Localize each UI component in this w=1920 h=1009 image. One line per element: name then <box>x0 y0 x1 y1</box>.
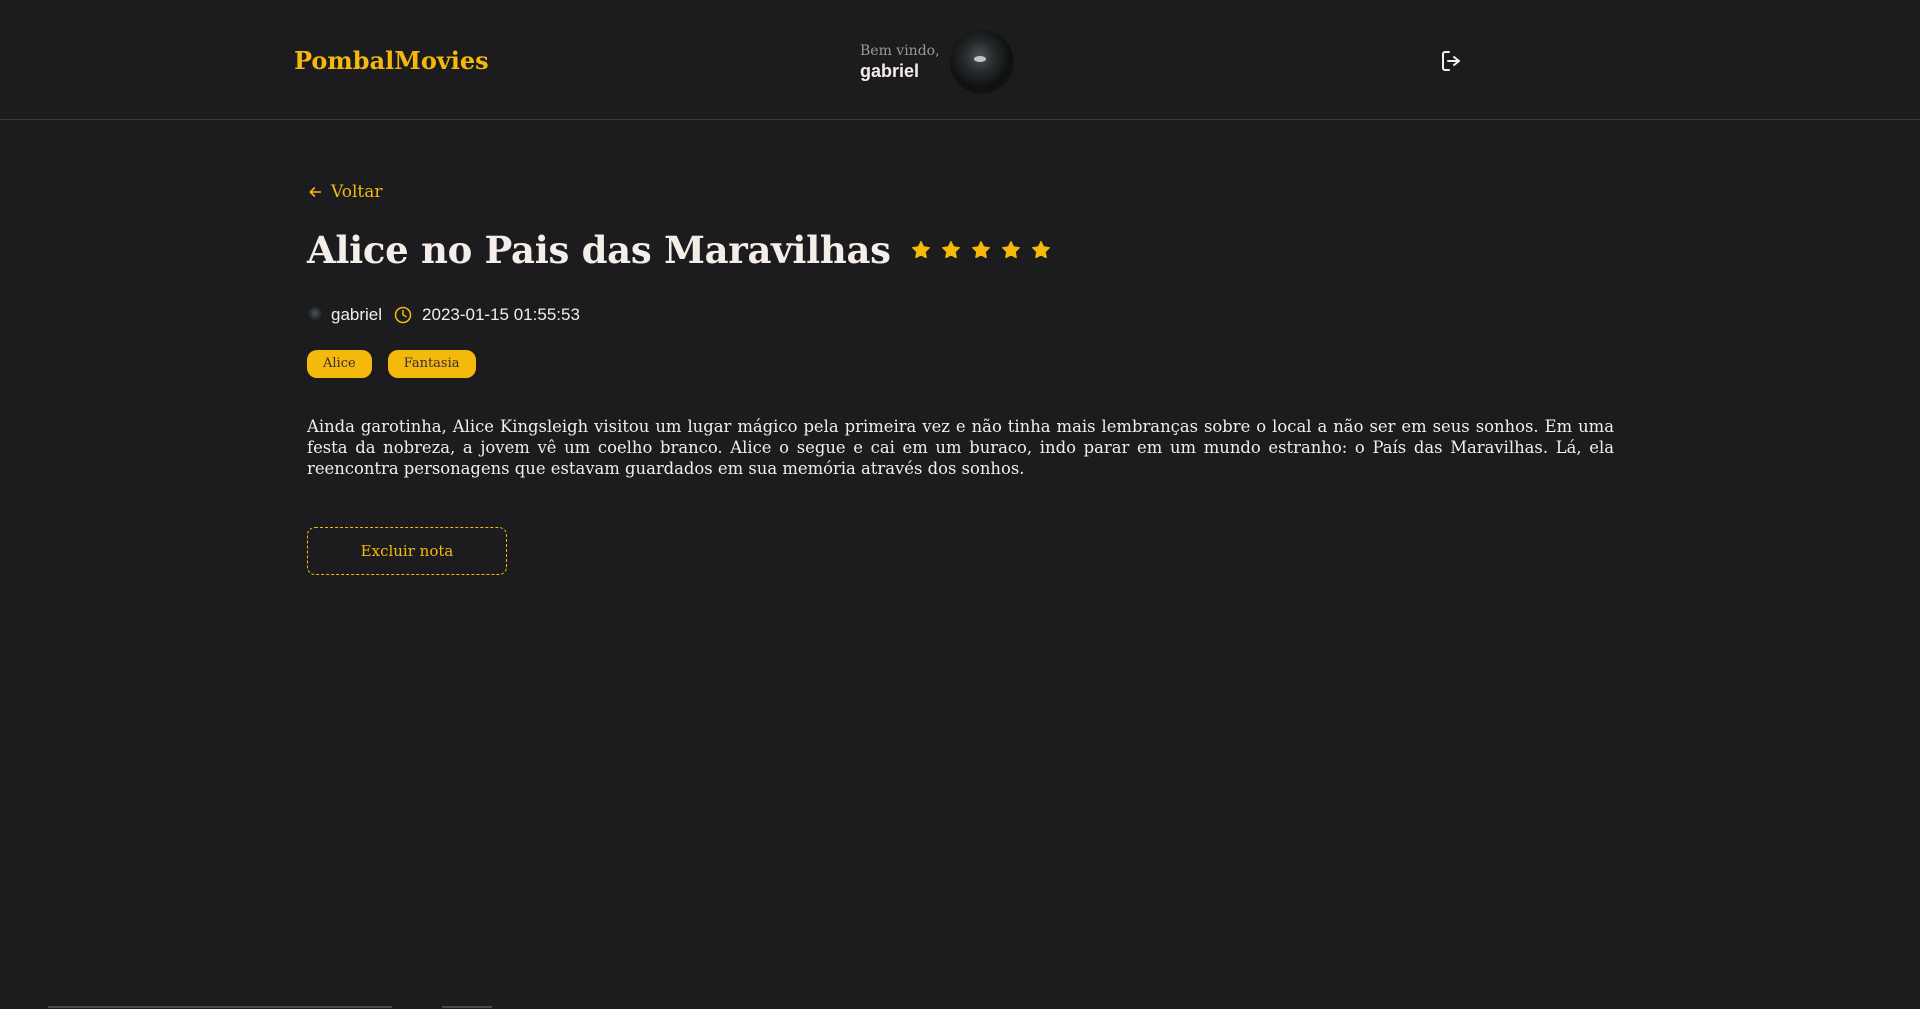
note-datetime: 2023-01-15 01:55:53 <box>422 305 580 324</box>
user-profile[interactable]: Bem vindo, gabriel <box>860 29 1014 95</box>
brand-logo[interactable]: PombalMovies <box>294 46 489 75</box>
arrow-left-icon <box>309 187 322 197</box>
star-icon <box>1001 241 1020 259</box>
profile-text: Bem vindo, gabriel <box>860 42 940 82</box>
tag: Alice <box>307 350 372 378</box>
sign-out-icon[interactable] <box>1440 49 1468 77</box>
back-link[interactable]: Voltar <box>307 182 382 202</box>
page-title: Alice no Pais das Maravilhas <box>307 228 891 272</box>
note-description: Ainda garotinha, Alice Kingsleigh visito… <box>307 417 1614 478</box>
delete-note-button[interactable]: Excluir nota <box>307 527 507 575</box>
avatar[interactable] <box>949 30 1014 94</box>
author-name: gabriel <box>331 305 383 324</box>
clock-icon <box>394 306 412 324</box>
tag-list: Alice Fantasia <box>307 350 492 378</box>
title-row: Alice no Pais das Maravilhas <box>307 228 1061 272</box>
author-avatar <box>307 307 323 323</box>
bottom-edge <box>0 1005 1920 1009</box>
profile-name[interactable]: gabriel <box>860 60 940 82</box>
star-icon <box>1031 241 1050 259</box>
app-header: PombalMovies Bem vindo, gabriel <box>0 0 1920 120</box>
note-meta: gabriel 2023-01-15 01:55:53 <box>307 305 580 325</box>
tag: Fantasia <box>387 350 476 378</box>
star-icon <box>941 241 960 259</box>
back-label: Voltar <box>331 182 383 202</box>
rating-stars <box>911 240 1061 260</box>
star-icon <box>971 241 990 259</box>
star-icon <box>911 241 930 259</box>
welcome-text: Bem vindo, <box>860 43 940 59</box>
